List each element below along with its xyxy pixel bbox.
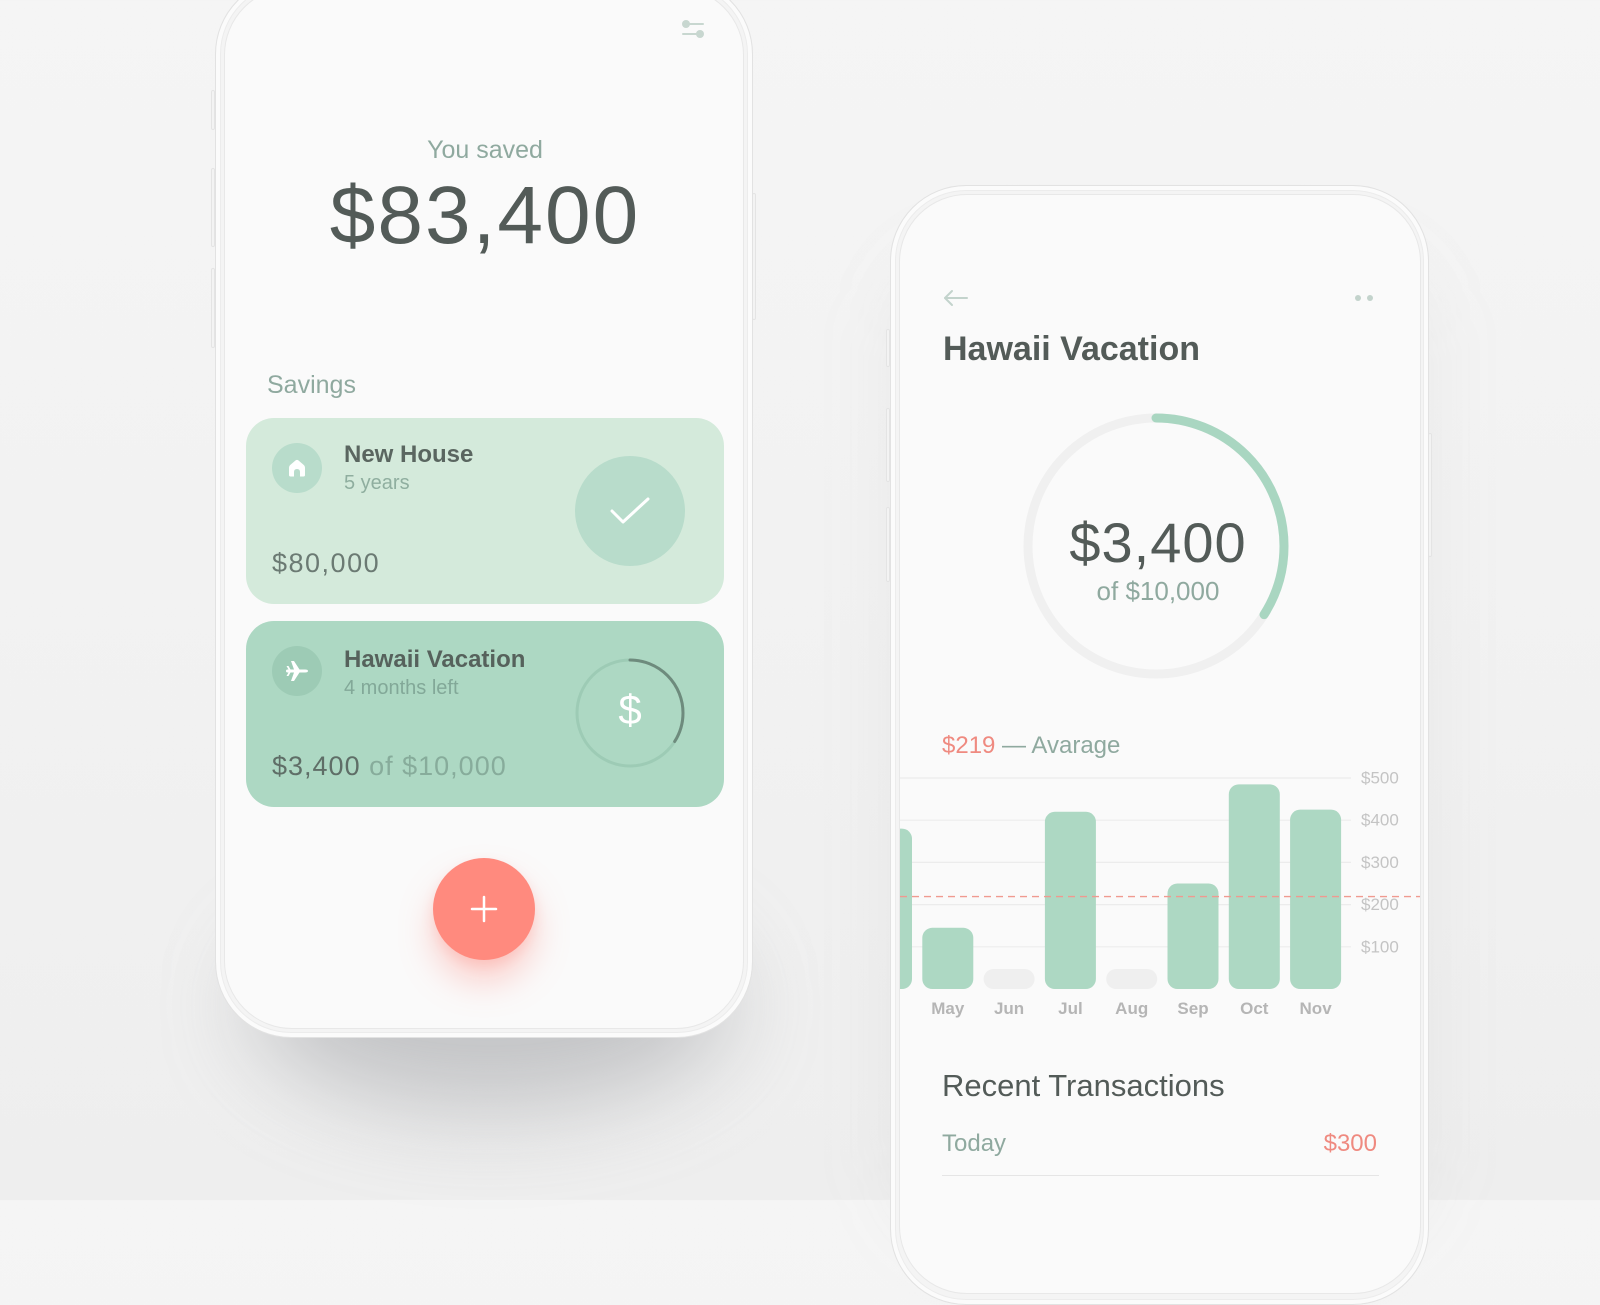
progress-target: of $10,000 <box>1096 576 1220 606</box>
savings-overview-screen: You saved $83,400 Savings New House 5 ye… <box>224 0 744 1029</box>
transaction-amount: $300 <box>1323 1130 1377 1157</box>
y-tick-label: $400 <box>1361 811 1399 830</box>
goal-completed-badge <box>575 456 685 566</box>
transaction-date: Today <box>942 1130 1007 1157</box>
bar <box>900 828 912 989</box>
average-label: Avarage <box>1031 732 1121 759</box>
goal-icon-badge <box>272 646 322 696</box>
back-button[interactable] <box>942 289 970 307</box>
bar <box>1044 811 1096 989</box>
x-tick-label: Nov <box>1300 999 1333 1018</box>
filter-button[interactable] <box>681 18 705 40</box>
y-tick-label: $300 <box>1361 853 1399 872</box>
total-saved-amount: $83,400 <box>329 170 641 261</box>
sliders-icon <box>682 20 704 38</box>
house-icon <box>289 459 305 477</box>
goal-detail-screen: Hawaii Vacation $3,400 of $10,000 $219 —… <box>899 194 1421 1294</box>
goal-target: of $10,000 <box>369 751 507 781</box>
y-tick-label: $100 <box>1361 937 1399 956</box>
x-tick-label: Sep <box>1177 999 1208 1018</box>
average-line: $219 — Avarage <box>942 734 1120 758</box>
goal-name: New House <box>344 441 474 468</box>
x-tick-label: May <box>931 999 965 1018</box>
x-tick-label: Oct <box>1240 999 1269 1018</box>
total-saved-label: You saved <box>427 136 543 164</box>
x-tick-label: Aug <box>1115 999 1148 1018</box>
check-icon <box>610 497 650 524</box>
more-dots-icon <box>1355 295 1373 301</box>
recent-transactions-heading: Recent Transactions <box>942 1068 1225 1103</box>
bar <box>1290 809 1342 989</box>
arrow-left-icon <box>944 290 968 306</box>
add-goal-button[interactable] <box>433 858 535 960</box>
x-tick-label: Jul <box>1058 999 1083 1018</box>
goal-name: Hawaii Vacation <box>344 646 526 673</box>
more-button[interactable] <box>1352 291 1376 305</box>
page-title: Hawaii Vacation <box>943 330 1200 368</box>
goal-card-hawaii-vacation[interactable]: Hawaii Vacation 4 months left $3,400 of … <box>246 621 724 807</box>
goal-card-new-house[interactable]: New House 5 years $80,000 <box>246 418 724 604</box>
bar-placeholder <box>1106 969 1158 989</box>
bar <box>922 927 974 989</box>
average-value: $219 <box>942 732 996 759</box>
goal-amount: $3,400 <box>272 751 361 781</box>
bar <box>1228 784 1280 989</box>
plus-icon <box>470 895 498 923</box>
monthly-savings-bar-chart: $100 $200 $300 $400 $500 May Jun Jul Aug Sep Oct No… <box>900 769 1420 1018</box>
airplane-icon <box>286 661 308 681</box>
average-separator: — <box>995 732 1032 759</box>
x-tick-label: Jun <box>994 999 1024 1018</box>
y-tick-label: $500 <box>1361 769 1399 788</box>
y-tick-label: $200 <box>1361 895 1399 914</box>
bar <box>1167 883 1219 989</box>
transaction-row[interactable]: Today $300 <box>942 1125 1379 1175</box>
goal-amount: $80,000 <box>272 548 381 578</box>
progress-amount: $3,400 <box>1069 511 1247 574</box>
goal-subtitle: 5 years <box>344 472 410 494</box>
goal-icon-badge <box>272 443 322 493</box>
divider <box>942 1175 1379 1176</box>
goal-subtitle: 4 months left <box>344 677 459 699</box>
goal-amount-line: $3,400 of $10,000 <box>272 753 507 780</box>
dollar-icon: $ <box>618 686 642 733</box>
bar-placeholder <box>983 969 1035 989</box>
savings-heading: Savings <box>267 371 356 399</box>
